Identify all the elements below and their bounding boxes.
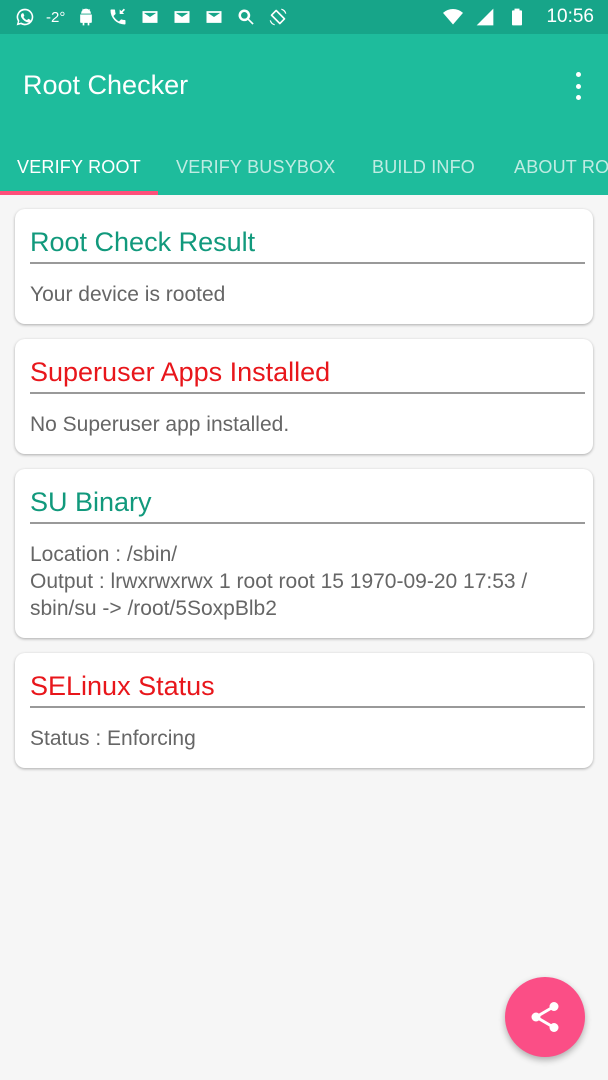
root-check-result-card: Root Check Result Your device is rooted [15, 209, 593, 324]
tab-build-info[interactable]: BUILD INFO [372, 140, 475, 195]
mail-icon [203, 6, 225, 28]
su-binary-card: SU Binary Location : /sbin/ Output : lrw… [15, 469, 593, 638]
card-body: Location : /sbin/ Output : lrwxrwxrwx 1 … [30, 541, 579, 622]
search-icon [235, 6, 257, 28]
temperature-label: -2° [46, 8, 66, 26]
app-title: Root Checker [23, 70, 189, 100]
tab-verify-root[interactable]: VERIFY ROOT [17, 140, 141, 195]
card-body: Your device is rooted [30, 281, 579, 308]
screen-rotation-icon [267, 6, 289, 28]
card-title: SU Binary [30, 487, 152, 517]
share-button[interactable] [505, 977, 585, 1057]
status-bar: -2° 10:56 [0, 0, 608, 34]
mail-icon [139, 6, 161, 28]
divider [30, 522, 585, 524]
missed-call-icon [107, 6, 129, 28]
mail-icon [171, 6, 193, 28]
more-vertical-icon[interactable] [566, 72, 590, 100]
card-body: Status : Enforcing [30, 725, 579, 752]
share-icon [531, 1002, 559, 1032]
divider [30, 262, 585, 264]
card-body: No Superuser app installed. [30, 411, 579, 438]
card-title: Root Check Result [30, 227, 256, 257]
cell-signal-icon [474, 6, 496, 28]
card-line-text: No Superuser app installed. [30, 413, 290, 436]
selinux-status-card: SELinux Status Status : Enforcing [15, 653, 593, 768]
superuser-apps-card: Superuser Apps Installed No Superuser ap… [15, 339, 593, 454]
tab-indicator [0, 191, 158, 195]
divider [30, 706, 585, 708]
card-line-text: Output : lrwxrwxrwx 1 root root 15 1970-… [30, 570, 528, 593]
card-title: SELinux Status [30, 671, 215, 701]
card-line-text: Your device is rooted [30, 283, 226, 306]
tab-verify-busybox[interactable]: VERIFY BUSYBOX [176, 140, 336, 195]
card-title: Superuser Apps Installed [30, 357, 331, 387]
card-line-text: sbin/su -> /root/5SoxpBlb2 [30, 597, 277, 620]
card-line-text: Location : /sbin/ [30, 543, 178, 566]
card-line-text: Status : Enforcing [30, 727, 196, 750]
divider [30, 392, 585, 394]
battery-icon [506, 6, 528, 28]
tab-bar: VERIFY ROOT VERIFY BUSYBOX BUILD INFO AB… [0, 140, 608, 195]
wifi-icon [442, 6, 464, 28]
tab-about-root[interactable]: ABOUT ROOT [514, 140, 608, 195]
clock: 10:56 [546, 6, 594, 27]
whatsapp-icon [14, 6, 36, 28]
android-icon [75, 6, 97, 28]
app-bar: Root Checker [0, 34, 608, 140]
